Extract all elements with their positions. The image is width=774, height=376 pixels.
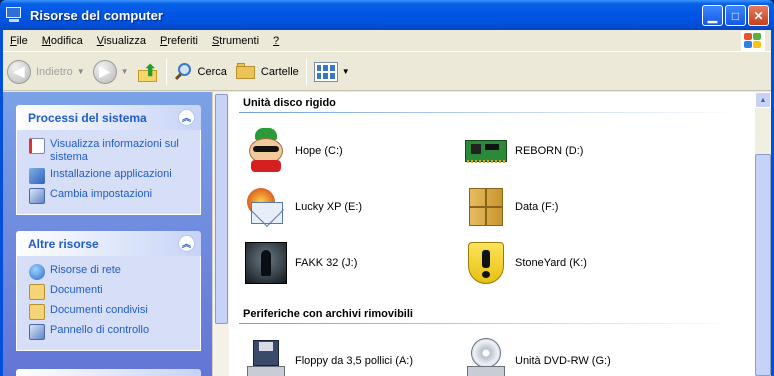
menu-strumenti[interactable]: Strumenti <box>205 35 266 47</box>
menu-visualizza[interactable]: Visualizza <box>90 35 153 47</box>
drive-e[interactable]: Lucky XP (E:) <box>243 184 362 230</box>
link-documents[interactable]: Documenti <box>29 284 190 300</box>
drive-c[interactable]: Hope (C:) <box>243 128 343 174</box>
details-header[interactable] <box>16 369 201 376</box>
window-title: Risorse del computer <box>30 7 163 23</box>
removable-header: Periferiche con archivi rimovibili <box>243 308 413 320</box>
drive-d[interactable]: REBORN (D:) <box>463 128 583 174</box>
documents-folder-icon <box>29 284 45 300</box>
control-panel-icon <box>29 188 45 204</box>
install-apps-icon <box>29 168 45 184</box>
warning-shield-icon <box>463 240 509 286</box>
shared-folder-icon <box>29 304 45 320</box>
drive-j[interactable]: FAKK 32 (J:) <box>243 240 357 286</box>
close-button[interactable]: ✕ <box>748 5 769 26</box>
drive-k[interactable]: StoneYard (K:) <box>463 240 587 286</box>
views-button[interactable]: ▼ <box>310 57 354 87</box>
back-button[interactable]: ◀ Indietro ▼ <box>3 57 89 87</box>
drive-a[interactable]: Floppy da 3,5 pollici (A:) <box>243 338 413 376</box>
scroll-up-button[interactable]: ▲ <box>755 92 771 108</box>
scroll-thumb[interactable] <box>755 154 771 376</box>
other-places-header[interactable]: Altre risorse ︽ <box>16 231 201 256</box>
other-places-panel: Altre risorse ︽ Risorse di rete Document… <box>16 231 201 351</box>
link-control-panel[interactable]: Pannello di controllo <box>29 324 190 340</box>
email-envelope-icon <box>243 184 289 230</box>
control-panel-icon <box>29 324 45 340</box>
drive-g[interactable]: Unità DVD-RW (G:) <box>463 338 611 376</box>
task-pane: Processi del sistema ︽ Visualizza inform… <box>3 92 212 376</box>
windows-logo-icon <box>741 31 765 51</box>
search-button[interactable]: Cerca <box>170 57 231 87</box>
dropdown-arrow-icon: ▼ <box>120 67 129 76</box>
toolbar: ◀ Indietro ▼ ▶ ▼ ⬆ Cerca Cartelle ▼ <box>3 53 771 91</box>
details-panel <box>16 369 201 376</box>
hard-disks-header: Unità disco rigido <box>243 97 336 109</box>
back-arrow-icon: ◀ <box>7 59 31 84</box>
circuit-board-icon <box>463 128 509 174</box>
forward-button[interactable]: ▶ ▼ <box>89 57 133 87</box>
collapse-chevron-icon[interactable]: ︽ <box>178 109 195 126</box>
folder-up-icon: ⬆ <box>137 61 159 83</box>
scroll-thumb[interactable] <box>215 94 228 324</box>
dropdown-arrow-icon: ▼ <box>76 67 85 76</box>
minimize-button[interactable]: ▁ <box>702 5 723 26</box>
folder-icon <box>235 62 257 81</box>
search-icon <box>174 62 194 82</box>
drive-f[interactable]: Data (F:) <box>463 184 558 230</box>
collapse-chevron-icon[interactable]: ︽ <box>178 235 195 252</box>
box-icon <box>463 184 509 230</box>
system-info-icon <box>29 138 45 154</box>
computer-icon <box>5 7 23 23</box>
task-change-settings[interactable]: Cambia impostazioni <box>29 188 190 204</box>
system-tasks-header[interactable]: Processi del sistema ︽ <box>16 105 201 130</box>
system-tasks-panel: Processi del sistema ︽ Visualizza inform… <box>16 105 201 215</box>
task-view-system-info[interactable]: Visualizza informazioni sul sistema <box>29 138 190 164</box>
drive-list: Unità disco rigido Hope (C:) REBORN (D:)… <box>229 92 755 376</box>
views-icon <box>313 61 338 82</box>
link-shared-documents[interactable]: Documenti condivisi <box>29 304 190 320</box>
title-bar[interactable]: Risorse del computer ▁ □ ✕ <box>0 0 774 30</box>
dark-figure-icon <box>243 240 289 286</box>
link-network[interactable]: Risorse di rete <box>29 264 190 280</box>
folders-button[interactable]: Cartelle <box>231 57 303 87</box>
forward-arrow-icon: ▶ <box>92 59 117 84</box>
network-globe-icon <box>29 264 45 280</box>
maximize-button[interactable]: □ <box>725 5 746 26</box>
menu-file[interactable]: File <box>3 35 35 47</box>
menu-modifica[interactable]: Modifica <box>35 35 90 47</box>
dvd-drive-icon <box>463 338 509 376</box>
cartoon-character-icon <box>243 128 289 174</box>
menu-preferiti[interactable]: Preferiti <box>153 35 205 47</box>
up-folder-button[interactable]: ⬆ <box>133 57 163 87</box>
menu-help[interactable]: ? <box>266 35 286 47</box>
content-scrollbar[interactable]: ▲ <box>755 92 771 376</box>
task-add-remove-programs[interactable]: Installazione applicazioni <box>29 168 190 184</box>
task-pane-scrollbar[interactable] <box>212 92 229 376</box>
dropdown-arrow-icon: ▼ <box>341 67 350 76</box>
menu-bar: File Modifica Visualizza Preferiti Strum… <box>3 30 771 52</box>
floppy-drive-icon <box>243 338 289 376</box>
